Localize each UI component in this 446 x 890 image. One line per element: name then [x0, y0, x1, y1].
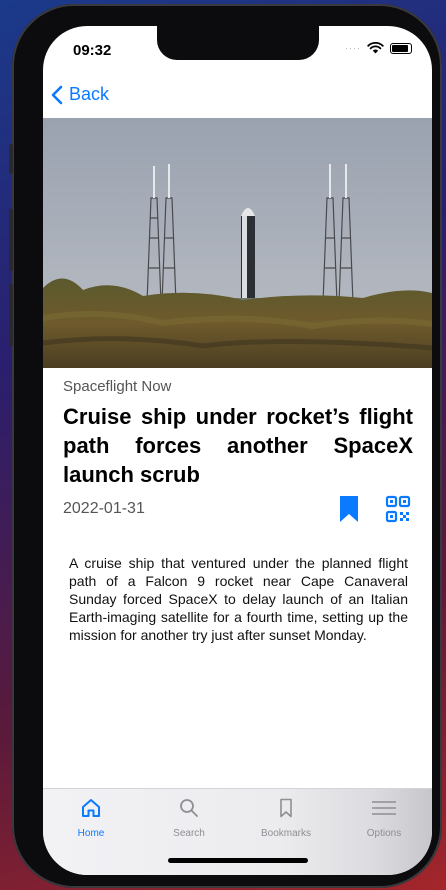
- bookmark-outline-icon: [280, 798, 292, 818]
- volume-up-button: [9, 209, 13, 271]
- home-icon: [82, 799, 100, 817]
- chevron-left-icon: [51, 85, 63, 104]
- tab-options[interactable]: Options: [344, 797, 424, 839]
- signal-dots: ····: [345, 43, 361, 53]
- status-icons: ····: [345, 42, 412, 54]
- screen: 09:32 ···· Back Spaceflight Now Cruise s…: [43, 26, 432, 875]
- qr-code-icon[interactable]: [385, 495, 411, 523]
- tab-bookmarks[interactable]: Bookmarks: [246, 797, 326, 839]
- back-label: Back: [69, 84, 110, 104]
- phone-frame: 09:32 ···· Back Spaceflight Now Cruise s…: [9, 4, 442, 888]
- tab-bookmarks-label: Bookmarks: [260, 828, 311, 839]
- notch: [157, 26, 319, 60]
- home-indicator: [168, 858, 308, 863]
- article-source: Spaceflight Now: [63, 378, 172, 395]
- tab-options-label: Options: [366, 828, 402, 839]
- battery-icon: [390, 42, 412, 54]
- article-title: Cruise ship under rocket’s flight path f…: [63, 404, 413, 487]
- bookmark-icon[interactable]: [338, 495, 360, 523]
- search-icon: [180, 799, 198, 817]
- tab-search-label: Search: [173, 828, 205, 839]
- article-image: [43, 118, 432, 368]
- tab-home-label: Home: [77, 828, 105, 839]
- article-summary: A cruise ship that ventured under the pl…: [69, 555, 408, 643]
- wifi-icon: [367, 42, 384, 54]
- menu-icon: [372, 801, 396, 815]
- status-time: 09:32: [73, 42, 112, 59]
- back-button[interactable]: Back: [51, 84, 109, 105]
- volume-down-button: [9, 284, 13, 346]
- tab-home[interactable]: Home: [51, 797, 131, 839]
- tab-search[interactable]: Search: [149, 797, 229, 839]
- mute-switch: [9, 144, 13, 174]
- article-date: 2022-01-31: [63, 500, 145, 517]
